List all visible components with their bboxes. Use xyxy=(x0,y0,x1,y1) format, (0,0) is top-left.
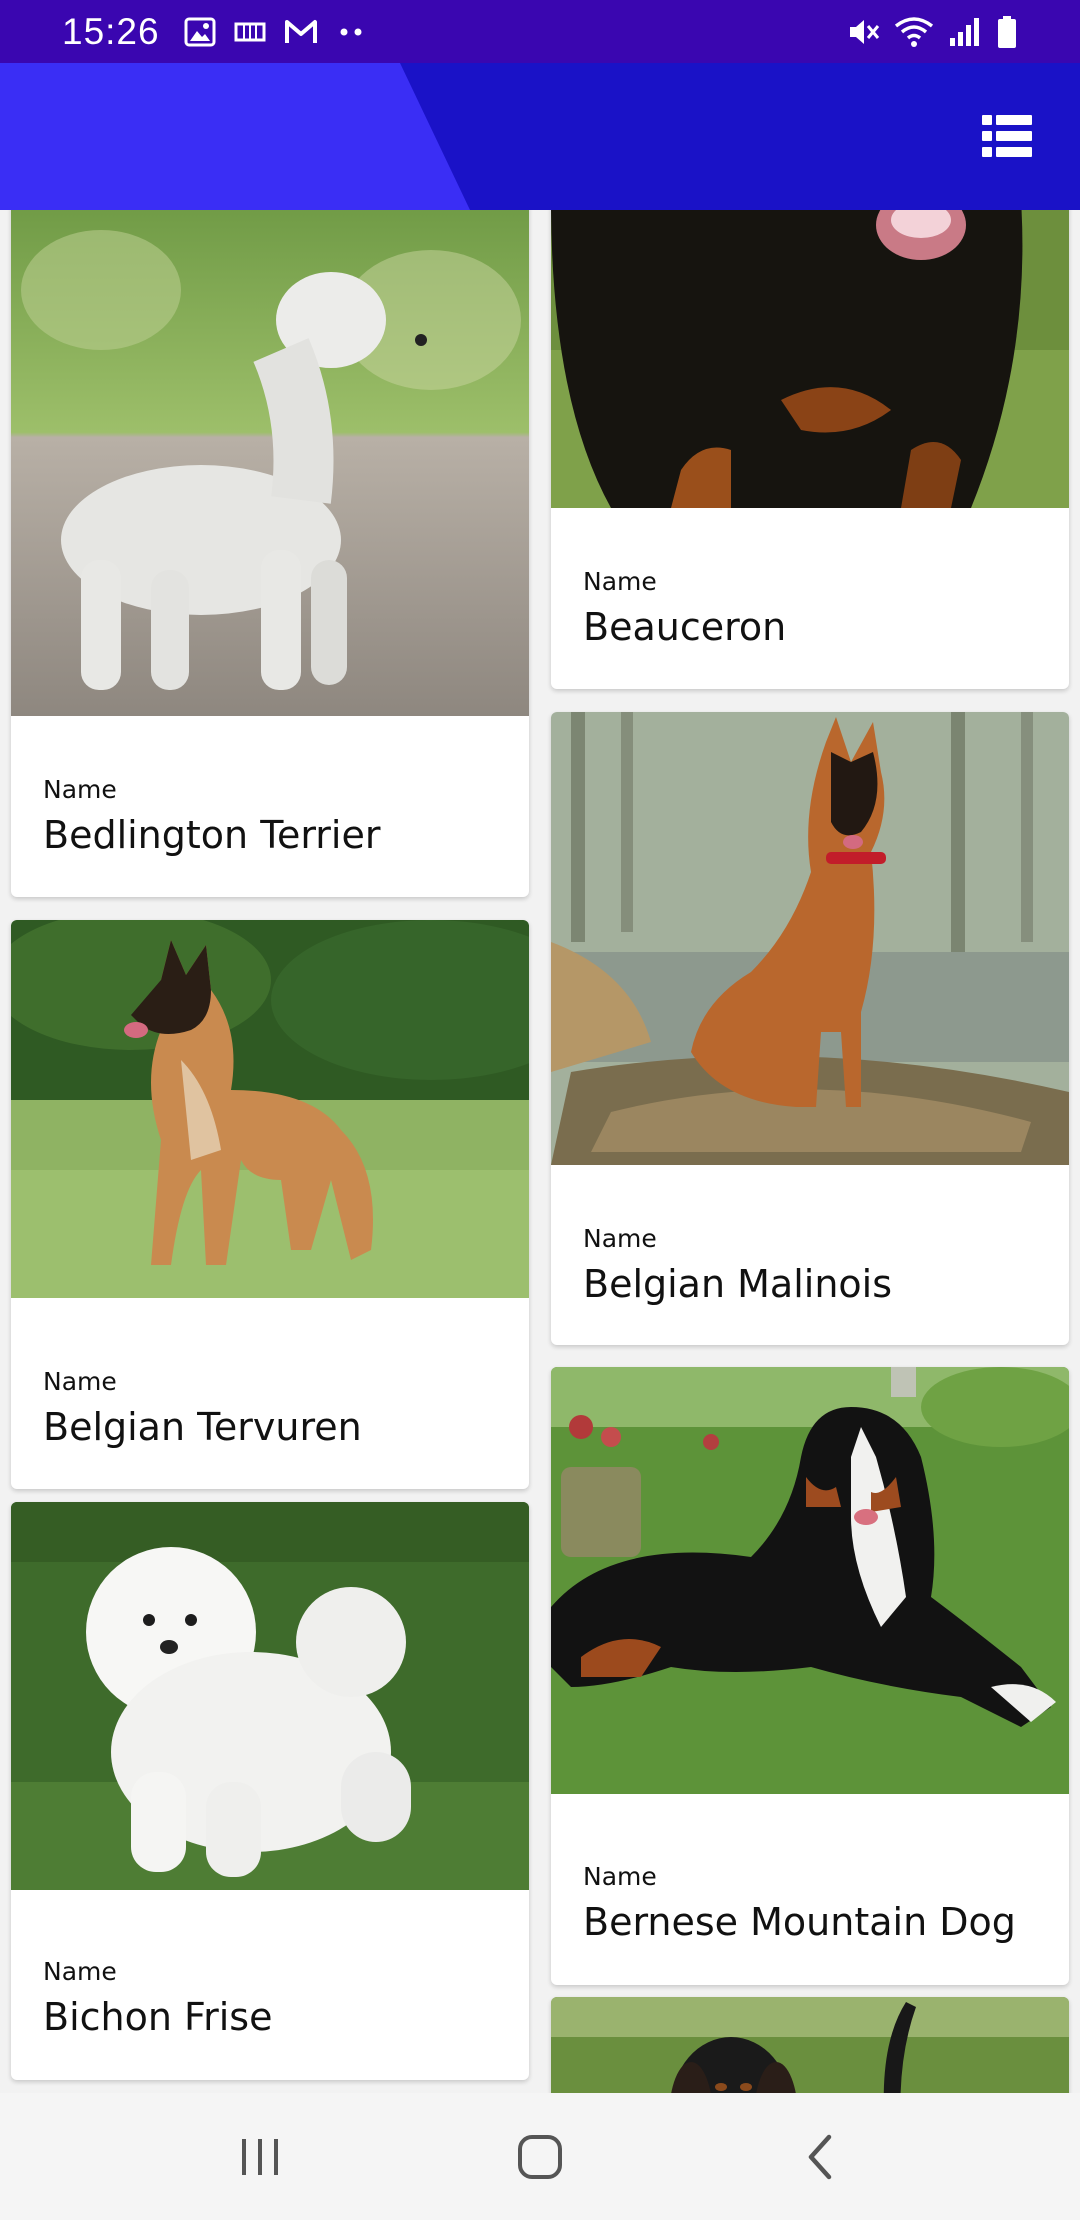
gmail-icon xyxy=(284,19,317,43)
name-label: Name xyxy=(583,1224,657,1253)
name-label: Name xyxy=(583,567,657,596)
status-left-icons xyxy=(184,17,366,47)
home-icon[interactable] xyxy=(500,2117,580,2197)
app-bar-accent xyxy=(0,63,470,210)
battery-icon xyxy=(998,15,1016,48)
name-label: Name xyxy=(583,1862,657,1891)
dog-photo xyxy=(11,920,529,1298)
dog-card[interactable]: Name Bernese Mountain Dog xyxy=(551,1367,1069,1985)
dog-photo xyxy=(11,1502,529,1890)
dog-photo xyxy=(551,712,1069,1165)
signal-icon xyxy=(950,17,979,46)
dog-grid: Name Bedlington Terrier Name Beauceron N… xyxy=(0,210,1080,2093)
dog-card[interactable]: Name Bichon Frise xyxy=(11,1502,529,2080)
name-label: Name xyxy=(43,1957,117,1986)
dog-photo xyxy=(551,1367,1069,1794)
system-nav-bar xyxy=(0,2093,1080,2220)
name-label: Name xyxy=(43,1367,117,1396)
dog-card[interactable]: Name Belgian Malinois xyxy=(551,712,1069,1345)
back-icon[interactable] xyxy=(780,2117,860,2197)
dog-name: Bernese Mountain Dog xyxy=(583,1900,1016,1944)
wifi-icon xyxy=(894,16,934,47)
status-bar: 15:26 xyxy=(0,0,1080,63)
recent-apps-icon[interactable] xyxy=(220,2117,300,2197)
name-label: Name xyxy=(43,775,117,804)
dog-name: Belgian Malinois xyxy=(583,1262,893,1306)
voicemail-icon xyxy=(234,22,266,41)
more-dots-icon xyxy=(340,28,362,35)
image-icon xyxy=(184,17,216,46)
dog-photo xyxy=(551,210,1069,508)
list-view-icon[interactable] xyxy=(982,115,1032,157)
status-right-icons xyxy=(846,15,1018,49)
dog-photo xyxy=(551,1997,1069,2093)
status-time: 15:26 xyxy=(62,10,160,52)
app-bar xyxy=(0,63,1080,210)
dog-card-partial[interactable] xyxy=(551,1997,1069,2093)
dog-name: Beauceron xyxy=(583,605,787,649)
dog-card[interactable]: Name Belgian Tervuren xyxy=(11,920,529,1489)
dog-name: Bichon Frise xyxy=(43,1995,273,2039)
dog-card[interactable]: Name Beauceron xyxy=(551,210,1069,689)
dog-photo xyxy=(11,210,529,716)
dog-name: Bedlington Terrier xyxy=(43,813,381,857)
dog-name: Belgian Tervuren xyxy=(43,1405,362,1449)
dog-card[interactable]: Name Bedlington Terrier xyxy=(11,210,529,897)
mute-icon xyxy=(850,19,880,44)
